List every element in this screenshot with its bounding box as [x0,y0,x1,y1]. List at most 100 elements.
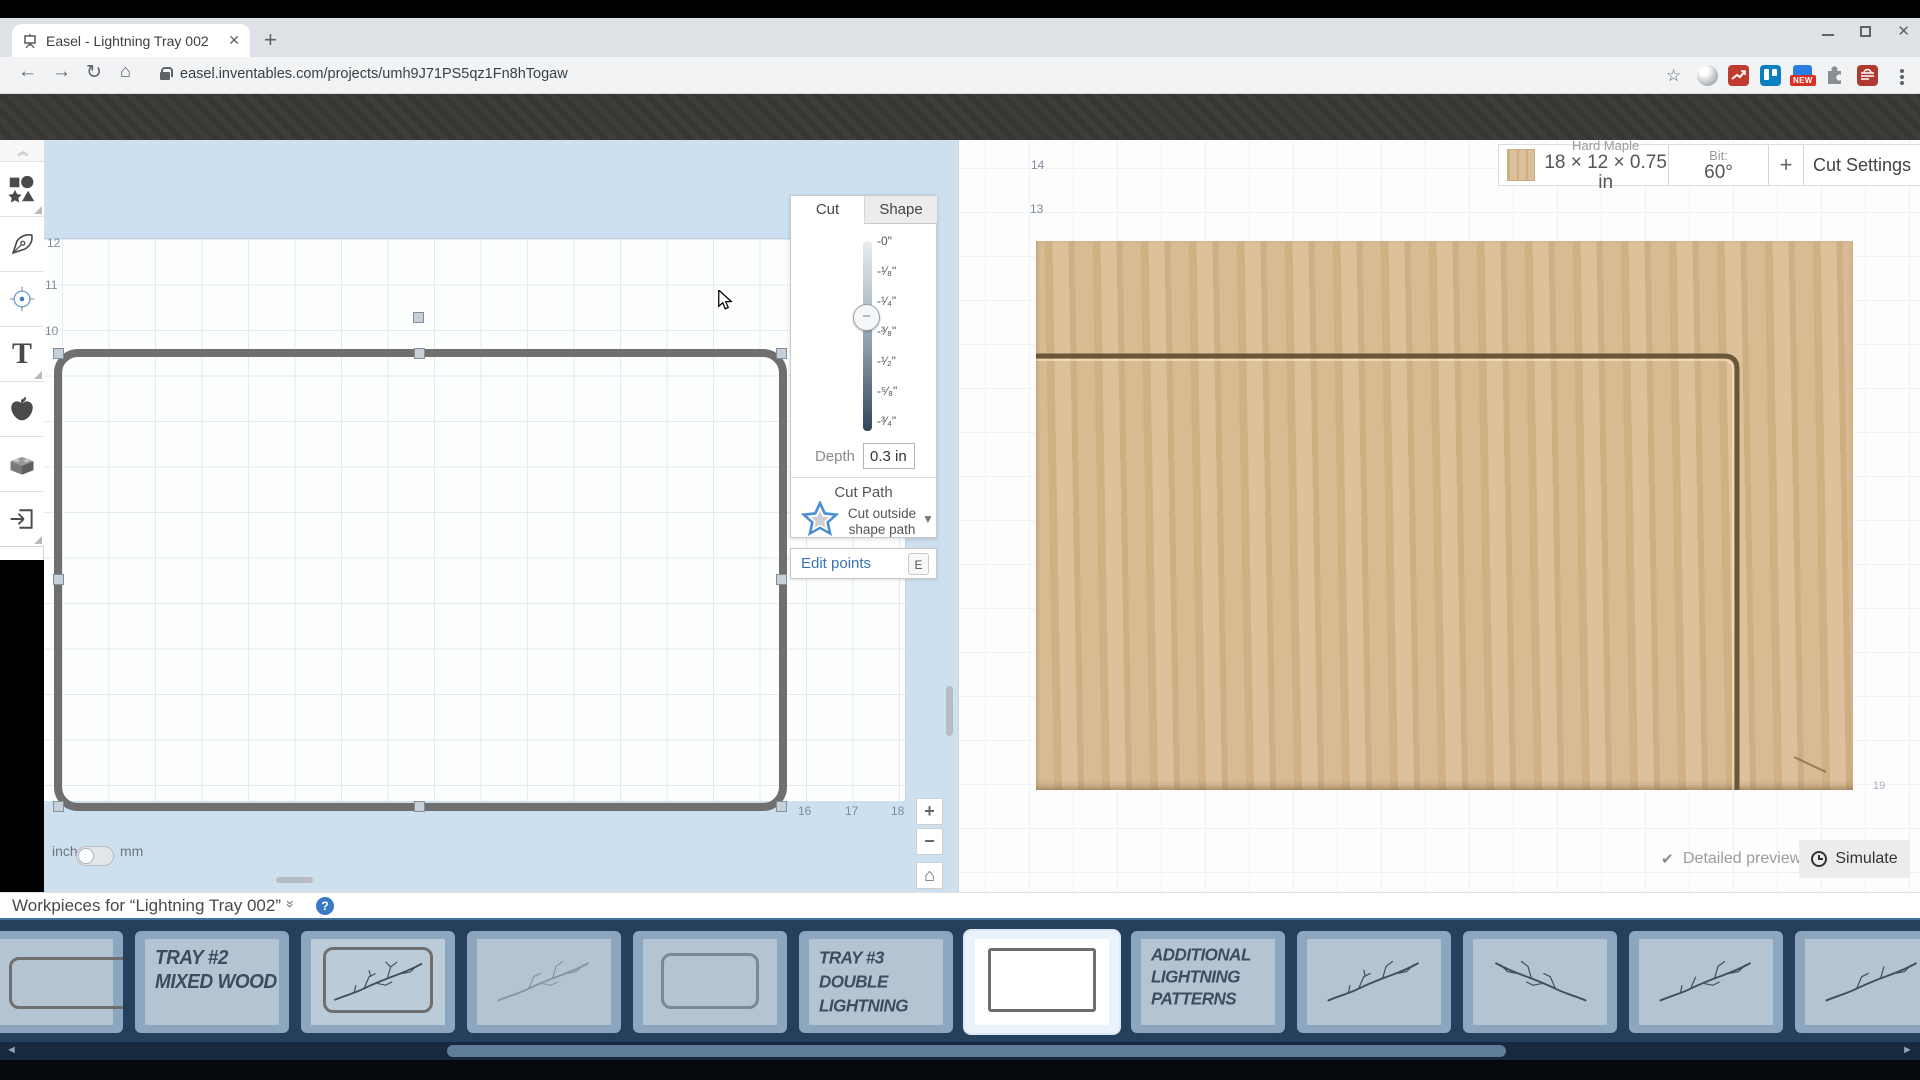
extension-new-icon[interactable]: NEW [1790,65,1816,86]
workpiece-thumbnail-1[interactable] [0,931,123,1033]
shape-handle-tr[interactable] [776,348,787,359]
shape-handle-bl[interactable] [53,801,64,812]
unit-toggle[interactable] [76,846,114,866]
shape-handle-float[interactable] [413,312,424,323]
window-controls: ✕ [1822,22,1910,40]
workpiece-thumbnail-2[interactable]: TRAY #2 MIXED WOOD [135,931,289,1033]
tool-apps[interactable] [0,382,44,437]
cut-path-value[interactable]: Cut outside shape path [843,506,921,538]
url-text[interactable]: easel.inventables.com/projects/umh9J71PS… [180,66,568,82]
add-bit-button[interactable]: + [1769,145,1804,185]
thumb-label: ADDITIONAL LIGHTNING PATTERNS [1151,944,1251,1009]
lightning-pattern [1659,960,1752,1002]
preview-panel[interactable]: 14 13 19 Hard Maple 18 × 12 × 0.75 in Bi… [958,140,1920,892]
workpiece-thumbnail-selected[interactable] [965,931,1119,1033]
bit-section[interactable]: Bit: 60° [1669,145,1769,185]
tick-3-4: -³⁄₄" [877,414,897,428]
maximize-icon[interactable] [1860,25,1872,37]
material-section[interactable]: Hard Maple 18 × 12 × 0.75 in [1499,140,1669,192]
zoom-out-button[interactable]: − [916,828,943,855]
depth-slider-knob[interactable]: − [853,304,880,331]
tick-1-2: -¹⁄₂" [877,354,896,368]
cut-settings-button[interactable]: Cut Settings [1804,145,1920,185]
tray-shape[interactable] [54,349,787,811]
workpiece-thumbnail-10[interactable] [1463,931,1617,1033]
unit-mm-label: mm [120,843,144,859]
design-canvas[interactable]: 12 11 10 16 17 18 + − ⌂ inch mm Cut Shap… [44,140,958,892]
shape-handle-tl[interactable] [53,348,64,359]
workpiece-thumbnail-8[interactable]: ADDITIONAL LIGHTNING PATTERNS [1131,931,1285,1033]
rail-collapse-button[interactable]: ︽ [0,140,44,162]
close-icon[interactable]: ✕ [1897,22,1910,40]
scroll-right-icon[interactable]: ► [1902,1044,1913,1056]
canvas-vscrollbar[interactable] [946,686,953,736]
workpieces-help-icon[interactable]: ? [316,897,334,915]
workpiece-thumbnail-11[interactable] [1629,931,1783,1033]
ruler-bottom-16: 16 [798,804,812,818]
tick-5-8: -⁵⁄₈" [877,384,898,398]
minimize-icon[interactable] [1822,34,1835,36]
workpiece-thumbnail-5[interactable] [633,931,787,1033]
back-icon[interactable]: ← [18,61,37,83]
workpiece-thumbnail-3[interactable] [301,931,455,1033]
detailed-preview-label[interactable]: Detailed preview [1683,850,1801,868]
workpiece-thumbnail-6[interactable]: TRAY #3 DOUBLE LIGHTNING [799,931,953,1033]
extension-stamp-icon[interactable] [1857,65,1878,86]
simulate-button[interactable]: Simulate [1799,840,1910,878]
bookmark-star-icon[interactable]: ☆ [1666,66,1681,86]
tab-cut[interactable]: Cut [791,196,864,224]
clock-icon [1811,851,1828,867]
tool-draw[interactable] [0,217,44,272]
apple-icon [11,396,33,421]
bit-value: 60° [1704,161,1733,183]
preview-ruler-14: 14 [1031,158,1045,172]
scrollbar-thumb[interactable] [447,1045,1506,1057]
shape-handle-bm[interactable] [414,801,425,812]
lightning-pattern [333,961,423,1001]
scroll-left-icon[interactable]: ◄ [6,1044,17,1056]
shape-handle-tm[interactable] [414,348,425,359]
depth-label: Depth [814,448,855,465]
workpiece-thumbnail-4[interactable] [467,931,621,1033]
reload-icon[interactable]: ↻ [86,61,102,84]
detailed-preview-check-icon[interactable]: ✔ [1661,850,1674,868]
canvas-hscrollbar[interactable] [276,877,313,883]
tool-projects[interactable] [0,437,44,492]
thumb-rect-outline [9,957,123,1009]
edit-points-link[interactable]: Edit points [801,555,871,572]
workpieces-scrollbar: ◄ ► [0,1042,1920,1060]
forward-icon[interactable]: → [52,61,71,83]
browser-toolbar: ← → ↻ ⌂ easel.inventables.com/projects/u… [0,57,1920,94]
tool-import[interactable] [0,492,44,547]
shape-handle-br[interactable] [776,801,787,812]
workpiece-thumbnail-9[interactable] [1297,931,1451,1033]
text-icon: T [11,337,32,370]
browser-tab[interactable]: Easel - Lightning Tray 002 ✕ [12,24,250,57]
depth-slider-track[interactable] [863,241,872,431]
thumb-label: TRAY #2 MIXED WOOD [155,947,277,994]
depth-input[interactable] [863,443,915,469]
toggle-knob[interactable] [78,848,94,864]
simulate-label: Simulate [1835,850,1898,867]
shapes-icon [8,175,35,203]
zoom-home-button[interactable]: ⌂ [916,862,943,889]
shape-handle-l[interactable] [53,574,64,585]
tab-shape[interactable]: Shape [864,196,937,224]
window-top-bar [0,0,1920,18]
tool-text[interactable]: T [0,327,44,382]
extension-sphere-icon[interactable] [1697,65,1718,86]
zoom-in-button[interactable]: + [916,798,943,825]
new-tab-button[interactable]: + [264,29,277,51]
extension-trello-icon[interactable] [1760,65,1781,86]
workpieces-collapse-icon[interactable]: » [283,900,299,906]
tool-shapes[interactable] [0,162,44,217]
browser-menu-icon[interactable] [1900,67,1904,87]
home-icon[interactable]: ⌂ [120,61,131,82]
shape-handle-r[interactable] [776,574,787,585]
cut-path-caret-icon[interactable]: ▼ [922,512,934,526]
extension-puzzle-icon[interactable] [1824,65,1845,86]
extension-chart-icon[interactable] [1728,65,1749,86]
tool-drill[interactable] [0,272,44,327]
workpiece-thumbnail-12[interactable] [1795,931,1920,1033]
tab-close-icon[interactable]: ✕ [228,32,240,49]
